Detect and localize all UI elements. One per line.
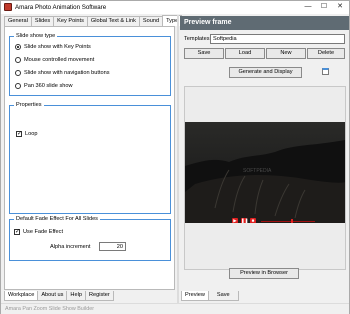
- loop-checkbox[interactable]: ✓: [16, 131, 22, 137]
- tab-help[interactable]: Help: [66, 291, 86, 301]
- radio-label: Slide show with navigation buttons: [24, 70, 110, 76]
- slide-show-type-group: Slide show type Slide show with Key Poin…: [9, 33, 171, 96]
- play-icon[interactable]: ▶: [232, 218, 238, 223]
- seek-handle[interactable]: [291, 218, 293, 223]
- preview-panel: Preview frame Templates: Softpedia Save …: [180, 16, 349, 303]
- tab-preview[interactable]: Preview: [181, 291, 209, 301]
- templates-label: Templates:: [184, 36, 212, 42]
- preview-area: SOFTPEDIA ▶ ❚❚ ■: [184, 86, 346, 270]
- preview-frame-header: Preview frame: [180, 16, 349, 30]
- dark-landscape-image: SOFTPEDIA: [185, 122, 345, 223]
- alpha-increment-label: Alpha increment: [50, 244, 91, 250]
- new-template-button[interactable]: New: [266, 48, 306, 59]
- status-text: Amara Pan Zoom Slide Show Builder: [5, 306, 94, 312]
- use-fade-label: Use Fade Effect: [23, 229, 64, 235]
- workspace-tabs: Workplace About us Help Register: [4, 291, 114, 301]
- close-button[interactable]: ✕: [332, 1, 348, 13]
- app-window: Amara Photo Animation Software — ☐ ✕ Gen…: [0, 0, 350, 314]
- use-fade-checkbox[interactable]: ✓: [14, 229, 20, 235]
- radio-button-checked[interactable]: [15, 44, 21, 50]
- properties-group: Properties ✓ Loop: [9, 102, 171, 214]
- delete-template-button[interactable]: Delete: [307, 48, 345, 59]
- tab-slides[interactable]: Slides: [30, 16, 55, 26]
- window-icon[interactable]: [322, 68, 329, 75]
- tab-key-points[interactable]: Key Points: [53, 16, 88, 26]
- group-legend: Default Fade Effect For All Slides: [14, 216, 100, 223]
- alpha-increment-input[interactable]: 20: [99, 242, 126, 251]
- tab-about-us[interactable]: About us: [37, 291, 68, 301]
- radio-label: Mouse controlled movement: [24, 57, 95, 63]
- stop-icon[interactable]: ■: [250, 218, 256, 223]
- tab-save[interactable]: Save: [207, 291, 239, 301]
- title-bar: Amara Photo Animation Software — ☐ ✕: [1, 1, 349, 14]
- radio-button[interactable]: [15, 83, 21, 89]
- radio-label: Pan 360 slide show: [24, 83, 73, 89]
- app-logo-icon: [4, 3, 12, 11]
- radio-pan-360[interactable]: Pan 360 slide show: [15, 82, 73, 90]
- save-template-button[interactable]: Save: [184, 48, 224, 59]
- loop-checkbox-row[interactable]: ✓ Loop: [16, 130, 37, 138]
- status-bar: Amara Pan Zoom Slide Show Builder: [1, 303, 349, 314]
- load-template-button[interactable]: Load: [225, 48, 265, 59]
- loop-label: Loop: [25, 131, 38, 137]
- tab-general[interactable]: General: [4, 16, 32, 26]
- preview-in-browser-button[interactable]: Preview in Browser: [229, 268, 299, 279]
- tab-global-text-link[interactable]: Global Text & Link: [86, 16, 140, 26]
- panel-splitter[interactable]: [177, 15, 179, 303]
- radio-label: Slide show with Key Points: [24, 44, 91, 50]
- radio-mouse-controlled[interactable]: Mouse controlled movement: [15, 56, 94, 64]
- group-legend: Properties: [14, 102, 44, 109]
- watermark-text: SOFTPEDIA: [243, 168, 272, 174]
- player-controls: ▶ ❚❚ ■: [232, 218, 315, 223]
- type-settings-panel: Slide show type Slide show with Key Poin…: [4, 26, 175, 290]
- generate-and-display-button[interactable]: Generate and Display: [229, 67, 302, 78]
- radio-button[interactable]: [15, 57, 21, 63]
- preview-tabs: Preview Save: [181, 291, 239, 301]
- radio-navigation-buttons[interactable]: Slide show with navigation buttons: [15, 69, 110, 77]
- radio-key-points[interactable]: Slide show with Key Points: [15, 43, 91, 51]
- use-fade-checkbox-row[interactable]: ✓ Use Fade Effect: [14, 228, 63, 236]
- maximize-button[interactable]: ☐: [316, 1, 332, 13]
- tab-register[interactable]: Register: [84, 291, 114, 301]
- minimize-button[interactable]: —: [300, 1, 316, 13]
- settings-tabs: General Slides Key Points Global Text & …: [4, 15, 183, 26]
- tab-sound[interactable]: Sound: [138, 16, 164, 26]
- templates-input[interactable]: Softpedia: [210, 34, 345, 44]
- pause-icon[interactable]: ❚❚: [241, 218, 249, 223]
- window-title: Amara Photo Animation Software: [15, 4, 107, 11]
- seek-bar[interactable]: [261, 218, 315, 223]
- radio-button[interactable]: [15, 70, 21, 76]
- slideshow-preview-video[interactable]: SOFTPEDIA ▶ ❚❚ ■: [185, 122, 345, 223]
- group-legend: Slide show type: [14, 33, 58, 40]
- tab-workplace[interactable]: Workplace: [4, 291, 39, 301]
- fade-effect-group: Default Fade Effect For All Slides ✓ Use…: [9, 216, 171, 261]
